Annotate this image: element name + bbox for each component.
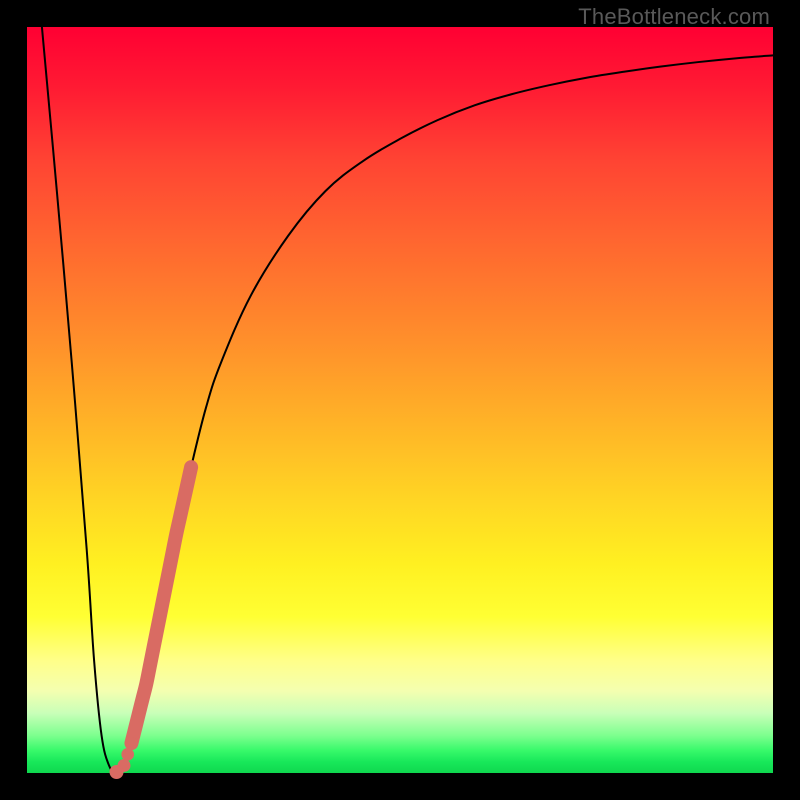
watermark-text: TheBottleneck.com: [578, 4, 770, 30]
highlight-dots: [110, 737, 138, 779]
plot-area: [27, 27, 773, 773]
highlight-dot: [125, 737, 137, 749]
highlight-segment: [131, 467, 191, 743]
highlight-dot: [121, 748, 134, 761]
min-dot: [110, 765, 124, 779]
curve-svg: [27, 27, 773, 773]
chart-frame: TheBottleneck.com: [0, 0, 800, 800]
chart-layer: [42, 27, 773, 779]
